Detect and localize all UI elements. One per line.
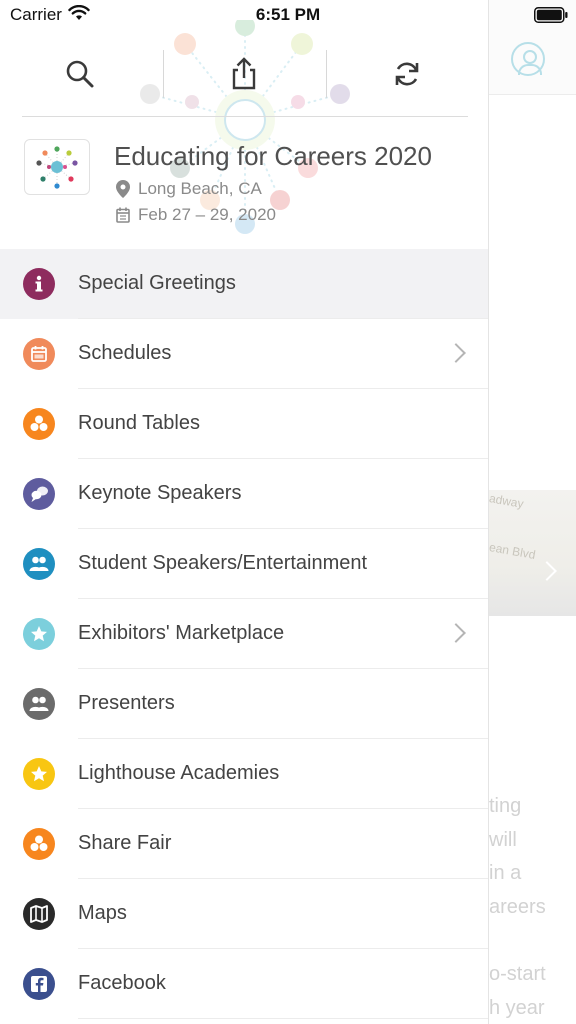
background-text-line: ting bbox=[489, 795, 522, 817]
refresh-button[interactable] bbox=[387, 54, 427, 94]
event-dates-text: Feb 27 – 29, 2020 bbox=[138, 205, 277, 224]
event-dates: Feb 27 – 29, 2020 bbox=[116, 205, 276, 225]
drawer-toolbar bbox=[0, 40, 488, 116]
menu-item-label: Maps bbox=[78, 902, 127, 924]
background-description: ting will in a areers o-start h year bbox=[489, 790, 576, 1024]
background-text-line bbox=[489, 924, 576, 958]
menu-item-special-greetings[interactable]: Special Greetings bbox=[0, 249, 488, 319]
chevron-right-icon bbox=[446, 623, 466, 643]
three-circles-icon bbox=[23, 408, 55, 440]
background-text-line: areers bbox=[489, 895, 546, 918]
info-icon bbox=[23, 268, 55, 300]
chevron-right-icon bbox=[537, 561, 557, 581]
background-map-banner[interactable]: adway ean Blvd bbox=[489, 490, 576, 616]
menu-item-label: Special Greetings bbox=[78, 272, 236, 294]
map-icon bbox=[23, 898, 55, 930]
menu-item-label: Facebook bbox=[78, 972, 166, 994]
location-pin-icon bbox=[116, 180, 130, 198]
chevron-right-icon bbox=[446, 343, 466, 363]
battery-icon bbox=[534, 7, 568, 23]
toolbar-separator bbox=[326, 50, 327, 98]
refresh-icon bbox=[395, 62, 419, 86]
background-text-line: h year bbox=[489, 996, 545, 1019]
menu-item-label: Keynote Speakers bbox=[78, 482, 242, 504]
menu-item-presenters[interactable]: Presenters bbox=[0, 669, 488, 739]
background-text-line: will bbox=[489, 828, 517, 851]
clock: 6:51 PM bbox=[255, 5, 321, 24]
calendar-icon bbox=[23, 338, 55, 370]
event-title: Educating for Careers 2020 bbox=[114, 141, 432, 171]
event-location: Long Beach, CA bbox=[116, 179, 262, 199]
menu-item-round-tables[interactable]: Round Tables bbox=[0, 389, 488, 459]
menu-item-maps[interactable]: Maps bbox=[0, 879, 488, 949]
navigation-drawer: Educating for Careers 2020 Long Beach, C… bbox=[0, 0, 489, 1024]
menu-item-lighthouse-academies[interactable]: Lighthouse Academies bbox=[0, 739, 488, 809]
search-button[interactable] bbox=[60, 54, 100, 94]
background-screen: adway ean Blvd ting will in a areers o-s… bbox=[489, 0, 576, 1024]
people-icon bbox=[23, 688, 55, 720]
search-icon bbox=[66, 60, 94, 88]
star-icon bbox=[23, 758, 55, 790]
star-icon bbox=[23, 618, 55, 650]
menu-item-exhibitors-marketplace[interactable]: Exhibitors' Marketplace bbox=[0, 599, 488, 669]
calendar-icon bbox=[116, 207, 130, 223]
event-logo-icon bbox=[36, 146, 78, 189]
background-text-line: in a bbox=[489, 862, 522, 885]
menu-item-label: Round Tables bbox=[78, 412, 200, 434]
drawer-menu: Special Greetings Schedules Round Tables Ke… bbox=[0, 249, 488, 1019]
menu-item-student-speakers-entertainment[interactable]: Student Speakers/Entertainment bbox=[0, 529, 488, 599]
toolbar-separator bbox=[163, 50, 164, 98]
share-icon bbox=[232, 57, 256, 90]
background-text-line: o-start bbox=[489, 962, 546, 985]
menu-item-label: Exhibitors' Marketplace bbox=[78, 622, 285, 644]
profile-icon[interactable] bbox=[511, 42, 545, 76]
event-location-text: Long Beach, CA bbox=[138, 179, 262, 198]
menu-item-label: Schedules bbox=[78, 342, 172, 364]
menu-item-label: Share Fair bbox=[78, 832, 172, 854]
three-circles-icon bbox=[23, 828, 55, 860]
map-street-label: adway bbox=[489, 491, 525, 511]
menu-item-share-fair[interactable]: Share Fair bbox=[0, 809, 488, 879]
menu-item-label: Lighthouse Academies bbox=[78, 762, 280, 784]
menu-separator bbox=[78, 1018, 488, 1019]
speech-bubbles-icon bbox=[23, 478, 55, 510]
status-bar: Carrier 6:51 PM bbox=[0, 0, 576, 30]
share-button[interactable] bbox=[224, 54, 264, 94]
menu-item-label: Student Speakers/Entertainment bbox=[78, 552, 368, 574]
menu-item-facebook[interactable]: Facebook bbox=[0, 949, 488, 1019]
facebook-icon bbox=[23, 968, 55, 1000]
people-icon bbox=[23, 548, 55, 580]
event-header[interactable]: Educating for Careers 2020 Long Beach, C… bbox=[0, 117, 488, 249]
event-logo bbox=[24, 139, 90, 195]
map-street-label: ean Blvd bbox=[489, 540, 537, 562]
menu-item-label: Presenters bbox=[78, 692, 175, 714]
menu-item-keynote-speakers[interactable]: Keynote Speakers bbox=[0, 459, 488, 529]
menu-item-schedules[interactable]: Schedules bbox=[0, 319, 488, 389]
